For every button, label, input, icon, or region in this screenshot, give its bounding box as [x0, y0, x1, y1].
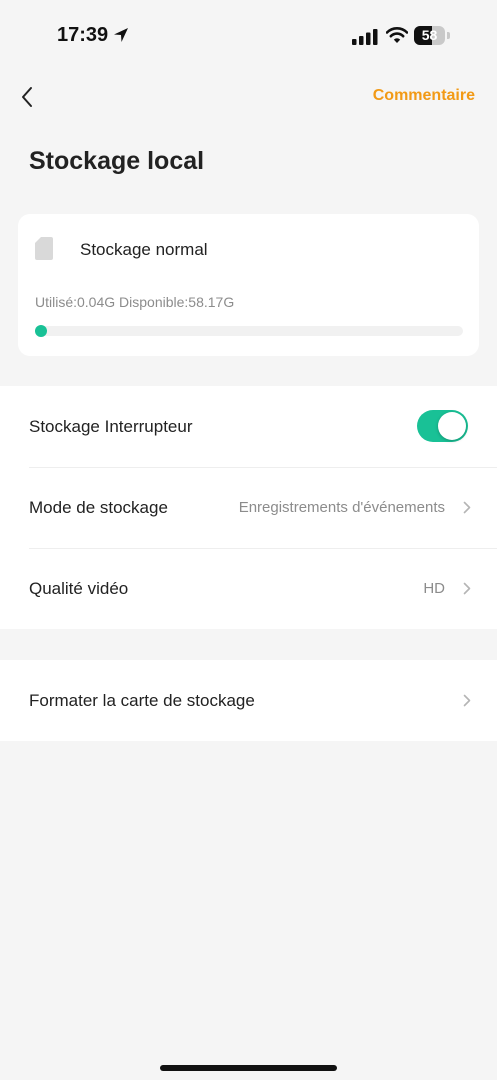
storage-mode-value: Enregistrements d'événements [238, 499, 445, 516]
chevron-left-icon [22, 87, 32, 107]
storage-usage-text: Utilisé:0.04G Disponible:58.17G [35, 294, 235, 310]
page-title: Stockage local [29, 147, 205, 175]
storage-status-card: Stockage normal Utilisé:0.04G Disponible… [18, 214, 479, 356]
video-quality-row[interactable]: Qualité vidéo HD [0, 548, 497, 629]
status-time: 17:39 [57, 24, 109, 46]
wifi-icon [385, 26, 409, 49]
storage-status-label: Stockage normal [80, 240, 208, 259]
toggle-knob [438, 412, 466, 440]
status-bar: 17:39 58 [0, 0, 497, 74]
storage-settings-list: Stockage Interrupteur Mode de stockage E… [0, 386, 497, 629]
battery-level-text: 58 [421, 27, 438, 43]
format-card-label: Formater la carte de stockage [29, 690, 255, 710]
cellular-signal-icon [352, 29, 378, 50]
storage-switch-toggle[interactable] [417, 410, 468, 442]
chevron-right-icon [463, 582, 471, 595]
storage-mode-row[interactable]: Mode de stockage Enregistrements d'événe… [0, 467, 497, 548]
storage-switch-row: Stockage Interrupteur [0, 386, 497, 467]
storage-mode-label: Mode de stockage [29, 497, 168, 517]
storage-usage-bar [35, 325, 463, 337]
video-quality-label: Qualité vidéo [29, 578, 129, 598]
format-card-row[interactable]: Formater la carte de stockage [0, 660, 497, 741]
home-indicator[interactable] [160, 1065, 337, 1071]
video-quality-value: HD [423, 580, 445, 597]
comment-button[interactable]: Commentaire [373, 87, 475, 105]
storage-usage-fill [35, 325, 47, 337]
chevron-right-icon [463, 501, 471, 514]
storage-switch-label: Stockage Interrupteur [29, 416, 193, 436]
location-arrow-icon [113, 27, 129, 48]
sd-card-icon [35, 237, 53, 265]
format-card-section: Formater la carte de stockage [0, 660, 497, 741]
back-button[interactable] [12, 82, 42, 112]
chevron-right-icon [463, 694, 471, 707]
